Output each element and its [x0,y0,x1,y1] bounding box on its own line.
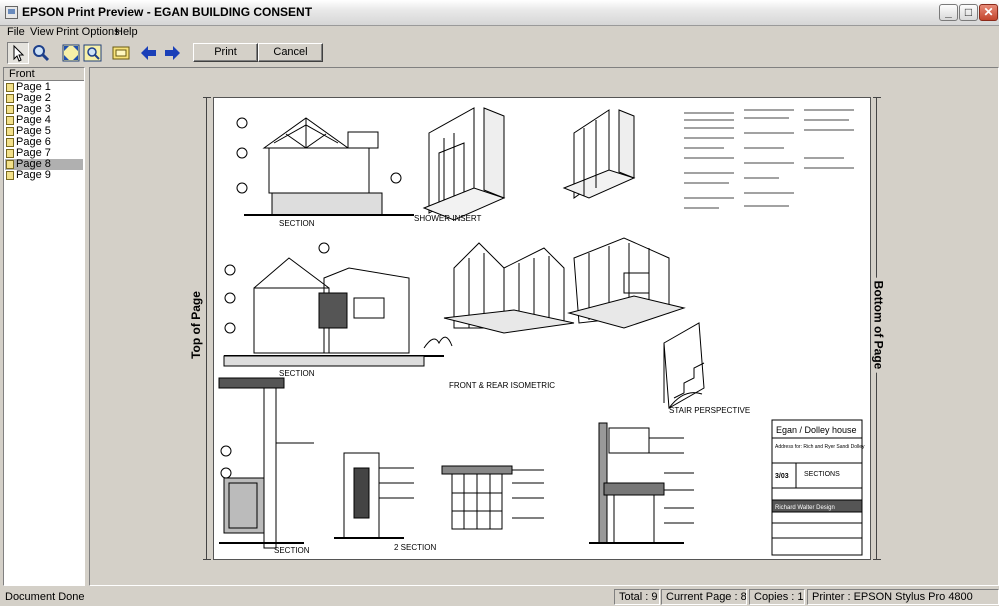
status-total: Total : 9 [614,589,660,605]
status-printer: Printer : EPSON Stylus Pro 4800 [807,589,999,605]
cancel-button[interactable]: Cancel [258,43,323,62]
status-message: Document Done [5,591,85,603]
page-icon [6,83,14,92]
next-page-button[interactable] [161,42,183,64]
title-block-client: Address for: Rich and Ryer Sandi Dolley [775,444,865,450]
top-of-page-label: Top of Page [188,288,203,362]
title-bar: EPSON Print Preview - EGAN BUILDING CONS… [0,0,999,26]
section-a-drawing [236,117,414,216]
section-c-label: SECTION [274,546,310,555]
fit-page-button[interactable] [60,42,82,64]
page-icon [6,105,14,114]
page-frame-icon [112,46,130,60]
status-bar: Document Done Total : 9 Current Page : 8… [0,588,999,606]
balcony-detail-drawing [589,422,694,544]
framing-isometric-drawing [443,237,686,334]
zoom-tool-button[interactable] [30,42,52,64]
title-block-designer: Richard Walter Design [775,505,835,511]
section-d-label: 2 SECTION [394,543,436,552]
menu-file[interactable]: File [7,26,25,38]
tab-front[interactable]: Front [4,68,84,81]
window-title: EPSON Print Preview - EGAN BUILDING CONS… [22,5,313,19]
notes-block [684,109,854,209]
section-b-drawing [223,242,453,367]
toolbar: Print Cancel [0,40,999,66]
section-a-label: SECTION [279,219,315,228]
section-c-drawing [218,377,314,549]
architectural-drawing: SECTION SHOWER INSERT SECTION FRONT & RE… [218,107,865,556]
print-button[interactable]: Print [193,43,258,62]
zoom-page-button[interactable] [82,42,104,64]
minimize-button[interactable]: _ [939,4,958,21]
zoom-page-icon [83,44,102,62]
status-current-page: Current Page : 8 [661,589,747,605]
page-icon [6,138,14,147]
shower-insert-drawing [422,107,636,221]
page-frame-button[interactable] [110,42,132,64]
app-icon [5,6,18,19]
front-rear-label: FRONT & REAR ISOMETRIC [449,381,555,390]
page-icon [6,160,14,169]
stair-label: STAIR PERSPECTIVE [669,406,750,415]
top-of-page-marker [203,97,211,560]
status-copies: Copies : 1 [749,589,805,605]
stair-drawing [663,322,705,409]
title-block-project: Egan / Dolley house [776,425,857,435]
menu-print-options[interactable]: Print Options [56,26,120,38]
menu-bar: File View Print Options Help [0,26,999,40]
pointer-tool-button[interactable] [7,42,29,64]
maximize-button[interactable]: □ [959,4,978,21]
next-page-icon [165,46,180,60]
title-block [771,419,863,556]
prev-page-icon [141,46,156,60]
page-list-panel: Front Page 1 Page 2 Page 3 Page 4 Page 5… [3,67,85,586]
page-list-item[interactable]: Page 9 [5,170,83,181]
page-icon [6,116,14,125]
menu-help[interactable]: Help [115,26,138,38]
page-icon [6,149,14,158]
zoom-icon [33,45,50,62]
page-preview: SECTION SHOWER INSERT SECTION FRONT & RE… [213,97,871,560]
page-icon [6,94,14,103]
pointer-icon [13,44,25,62]
prev-page-button[interactable] [138,42,160,64]
roof-detail-drawing [441,465,544,530]
close-button[interactable]: ✕ [979,4,998,21]
page-icon [6,127,14,136]
title-block-sheet: 3/03 [775,473,789,480]
bottom-of-page-label: Bottom of Page [871,277,886,373]
fit-page-icon [62,44,80,62]
page-icon [6,171,14,180]
shower-insert-label: SHOWER INSERT [414,214,482,223]
section-d-drawing [334,452,414,539]
section-b-label: SECTION [279,369,315,378]
menu-view[interactable]: View [30,26,54,38]
title-block-content: SECTIONS [804,471,840,478]
